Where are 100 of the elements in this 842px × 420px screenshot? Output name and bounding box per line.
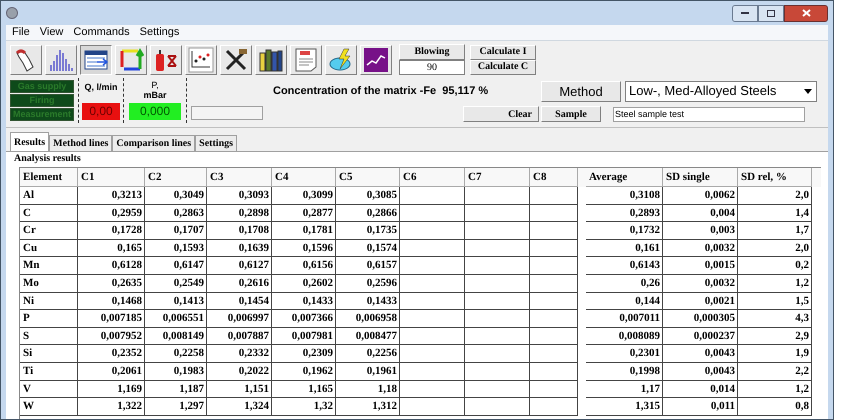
table-cell: 0,1433 bbox=[336, 292, 400, 310]
table-cell: 0,2616 bbox=[207, 274, 272, 293]
tab[interactable]: Method lines bbox=[49, 135, 112, 151]
table-cell bbox=[530, 187, 578, 205]
table-cell: 0,000305 bbox=[663, 310, 738, 328]
dropdown-caret-icon bbox=[804, 88, 812, 94]
table-cell: V bbox=[20, 380, 78, 398]
table-cell bbox=[530, 222, 578, 240]
table-cell: 0,0043 bbox=[663, 362, 738, 381]
close-button[interactable] bbox=[784, 4, 828, 22]
column-header: C4 bbox=[272, 168, 336, 187]
menu-item[interactable]: File bbox=[12, 24, 30, 41]
table-cell: 0,2602 bbox=[272, 274, 336, 293]
clear-button[interactable]: Clear bbox=[463, 106, 539, 122]
table-cell bbox=[465, 204, 530, 222]
tab[interactable]: Settings bbox=[195, 135, 238, 151]
table-cell: 4,3 bbox=[738, 310, 812, 328]
table-cell: 0,2061 bbox=[78, 362, 145, 381]
method-dropdown[interactable]: Low-, Med-Alloyed Steels bbox=[625, 80, 817, 102]
blowing-field[interactable]: 90 bbox=[399, 60, 465, 75]
table-cell: 1,169 bbox=[78, 380, 145, 398]
sample-button[interactable]: Sample bbox=[541, 106, 601, 122]
table-cell: 0,1961 bbox=[336, 362, 400, 381]
table-cell: 0,1593 bbox=[145, 240, 207, 258]
table-cell bbox=[400, 292, 465, 310]
tab[interactable]: Comparison lines bbox=[112, 135, 196, 151]
table-cell: 0,6127 bbox=[207, 257, 272, 275]
column-header: C3 bbox=[207, 168, 272, 187]
table-cell: 0,161 bbox=[586, 240, 663, 258]
table-cell bbox=[400, 222, 465, 240]
table-cell bbox=[400, 310, 465, 328]
table-cell: 1,18 bbox=[336, 380, 400, 398]
table-cell bbox=[530, 362, 578, 381]
table-cell: 1,187 bbox=[145, 380, 207, 398]
menu-item[interactable]: View bbox=[40, 24, 64, 41]
table-cell: 1,324 bbox=[207, 398, 272, 416]
table-cell: 0,2256 bbox=[336, 345, 400, 363]
table-cell: 0,1732 bbox=[586, 222, 663, 240]
table-cell: 2,2 bbox=[738, 362, 812, 381]
group-title: Analysis results bbox=[14, 153, 82, 165]
table-cell bbox=[400, 204, 465, 222]
table-cell bbox=[530, 398, 578, 416]
table-cell: 0,2863 bbox=[145, 204, 207, 222]
table-cell bbox=[400, 398, 465, 416]
sample-name-field[interactable]: Steel sample test bbox=[613, 106, 805, 122]
table-cell: 0,008477 bbox=[336, 328, 400, 346]
table-cell: 0,1468 bbox=[78, 292, 145, 310]
table-cell bbox=[465, 362, 530, 381]
calculate-button[interactable]: Calculate I bbox=[470, 44, 536, 60]
table-cell bbox=[465, 187, 530, 205]
pressure-label: P, bbox=[151, 81, 159, 90]
table-cell: 1,5 bbox=[738, 292, 812, 310]
table-cell bbox=[400, 362, 465, 381]
table-cell bbox=[530, 292, 578, 310]
table-cell: 0,2877 bbox=[272, 204, 336, 222]
tab[interactable]: Results bbox=[10, 132, 50, 151]
table-cell: 1,9 bbox=[738, 345, 812, 363]
method-button[interactable]: Method bbox=[541, 80, 621, 102]
table-cell: 1,151 bbox=[207, 380, 272, 398]
table-cell: 0,006958 bbox=[336, 310, 400, 328]
table-cell: 0,1707 bbox=[145, 222, 207, 240]
menu-item[interactable]: Commands bbox=[73, 24, 130, 41]
table-cell: 0,3049 bbox=[145, 187, 207, 205]
table-cell: 0,008089 bbox=[586, 328, 663, 346]
table-cell: 1,165 bbox=[272, 380, 336, 398]
table-cell: 0,1962 bbox=[272, 362, 336, 381]
table-cell: Cu bbox=[20, 240, 78, 258]
table-cell: Ti bbox=[20, 362, 78, 381]
table-cell bbox=[400, 187, 465, 205]
table-cell bbox=[400, 328, 465, 346]
table-cell: S bbox=[20, 328, 78, 346]
toolbar-button[interactable] bbox=[80, 44, 112, 74]
books-icon bbox=[258, 46, 284, 72]
flow-value: 0,00 bbox=[82, 102, 120, 120]
table-cell: 1,322 bbox=[78, 398, 145, 416]
table-cell: 0,003 bbox=[663, 222, 738, 240]
table-cell: 0,3108 bbox=[586, 187, 663, 205]
menu-item[interactable]: Settings bbox=[140, 24, 180, 41]
table-cell: 0,007952 bbox=[78, 328, 145, 346]
table-cell: 0,2301 bbox=[586, 345, 663, 363]
table-cell: 0,6156 bbox=[272, 257, 336, 275]
column-header: Element bbox=[20, 168, 78, 187]
table-cell: 1,2 bbox=[738, 380, 812, 398]
table-cell: 0,2309 bbox=[272, 345, 336, 363]
table-cell: 0,1574 bbox=[336, 240, 400, 258]
table-cell: 0,2022 bbox=[207, 362, 272, 381]
document-icon bbox=[293, 46, 319, 72]
table-cell: 0,2258 bbox=[145, 345, 207, 363]
pressure-unit: mBar bbox=[143, 90, 166, 100]
table-cell: Al bbox=[20, 187, 78, 205]
table-cell: 0,006997 bbox=[207, 310, 272, 328]
minimize-button[interactable] bbox=[732, 4, 758, 22]
table-cell bbox=[530, 257, 578, 275]
table-cell bbox=[465, 292, 530, 310]
table-cell bbox=[465, 328, 530, 346]
table-cell: 0,007185 bbox=[78, 310, 145, 328]
table-cell bbox=[465, 257, 530, 275]
table-cell: 0,1433 bbox=[272, 292, 336, 310]
maximize-button[interactable] bbox=[758, 4, 784, 22]
calculate-button[interactable]: Calculate C bbox=[470, 60, 536, 74]
